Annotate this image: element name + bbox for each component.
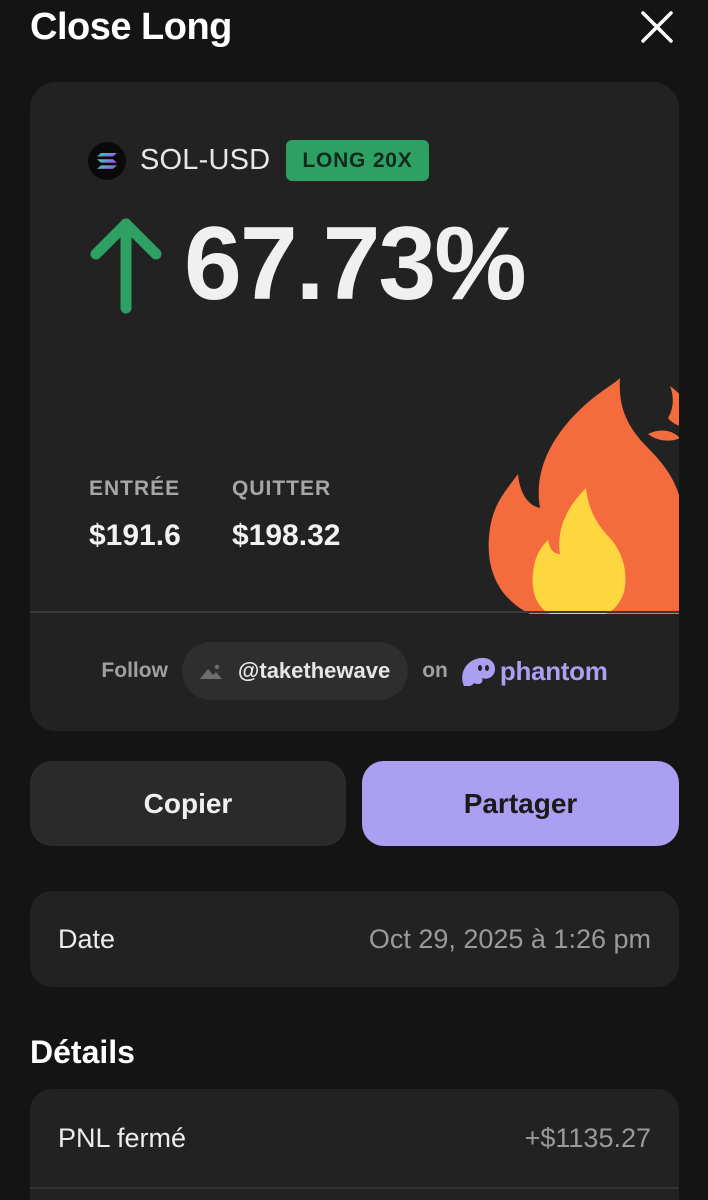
exit-label: QUITTER [232,477,332,500]
phantom-logo: phantom [460,656,608,687]
phantom-ghost-icon [462,657,495,686]
follow-row: Follow @takethewave on phantom [30,642,679,700]
exit-value: $198.32 [232,519,341,552]
avatar-placeholder-icon [199,664,222,679]
entry-value: $191.6 [89,519,181,552]
handle-pill[interactable]: @takethewave [181,642,409,700]
pnl-percent: 67.73% [184,206,527,322]
details-card: PNL fermé +$1135.27 [30,1089,679,1200]
date-label: Date [58,923,116,954]
pnl-share-card: SOL-USD LONG 20X 67.73% ENTRÉE $191.6 QU… [30,82,679,731]
close-icon[interactable] [640,10,674,44]
copy-button[interactable]: Copier [30,761,346,846]
on-label: on [422,659,448,682]
position-badge: LONG 20X [286,140,429,181]
share-button[interactable]: Partager [362,761,679,846]
brand-name: phantom [499,655,608,686]
pnl-row: 67.73% [88,206,527,322]
fire-icon [488,378,679,614]
handle-text: @takethewave [237,658,391,683]
closed-pnl-value: +$1135.27 [524,1122,651,1153]
details-divider [30,1187,679,1189]
token-pair: SOL-USD [140,144,271,176]
card-divider [30,611,679,613]
entry-label: ENTRÉE [89,477,181,500]
token-row: SOL-USD LONG 20X [88,140,429,181]
solana-icon [88,141,126,180]
date-value: Oct 29, 2025 à 1:26 pm [368,923,651,954]
entry-stat: ENTRÉE $191.6 [89,477,181,553]
exit-stat: QUITTER $198.32 [232,477,340,553]
details-title: Détails [30,1034,135,1070]
closed-pnl-label: PNL fermé [58,1122,187,1153]
date-row: Date Oct 29, 2025 à 1:26 pm [30,891,679,987]
follow-label: Follow [101,659,168,682]
page-title: Close Long [30,6,232,48]
arrow-up-icon [90,218,162,314]
details-row: PNL fermé +$1135.27 [30,1089,679,1187]
